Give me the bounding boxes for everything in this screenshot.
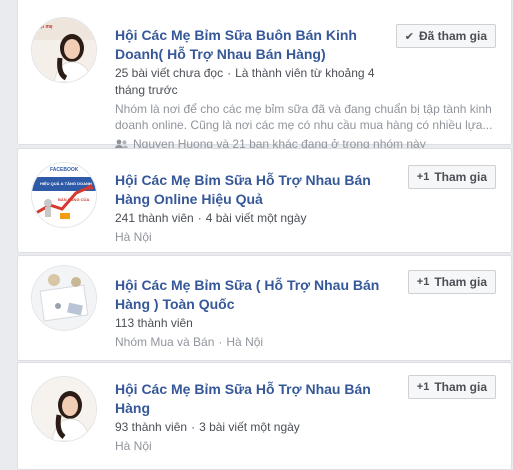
group-name-link[interactable]: Hội Các Mẹ Bỉm Sữa Hỗ Trợ Nhau Bán Hàng bbox=[115, 380, 401, 418]
plus-one-icon: +1 bbox=[416, 381, 430, 393]
group-card: Hội Các Mẹ Bỉm Sữa ( Hỗ Trợ Nhau Bán Hàn… bbox=[17, 255, 512, 361]
group-location: Hà Nội bbox=[115, 230, 152, 244]
group-description: Nhóm là nơi để cho các mẹ bỉm sữa đã và … bbox=[115, 102, 493, 132]
group-meta: 93 thành viên · 3 bài viết một ngày bbox=[115, 419, 401, 436]
avatar-badge-text: Hội mẹ bbox=[36, 24, 53, 30]
separator-dot: · bbox=[218, 335, 223, 349]
group-meta: 241 thành viên · 4 bài viết một ngày bbox=[115, 210, 401, 227]
group-name-link[interactable]: Hội Các Mẹ Bỉm Sữa ( Hỗ Trợ Nhau Bán Hàn… bbox=[115, 276, 401, 314]
separator-dot: · bbox=[227, 66, 232, 80]
group-list: Hội mẹ Hội Các Mẹ Bỉm Sữa Buôn Bán Kinh … bbox=[0, 0, 513, 470]
group-location: Hà Nội bbox=[226, 335, 264, 349]
group-category: Nhóm Mua và Bán bbox=[115, 335, 215, 349]
group-avatar[interactable] bbox=[31, 265, 97, 331]
joined-button-label: Đã tham gia bbox=[418, 29, 487, 43]
joined-button[interactable]: ✔ Đã tham gia bbox=[395, 24, 496, 48]
unread-posts-count: 25 bài viết chưa đọc bbox=[115, 66, 224, 80]
group-card: Hội mẹ Hội Các Mẹ Bỉm Sữa Buôn Bán Kinh … bbox=[17, 0, 512, 151]
group-avatar-image bbox=[32, 377, 96, 441]
avatar-banner-text: HIỆU QUẢ & TĂNG DOANH bbox=[40, 181, 92, 186]
group-avatar[interactable]: Hội mẹ bbox=[31, 17, 97, 83]
join-button-label: Tham gia bbox=[434, 170, 487, 184]
group-avatar-image bbox=[32, 266, 96, 330]
member-count: 241 thành viên bbox=[115, 211, 194, 225]
avatar-banner-text: FACEBOOK bbox=[50, 167, 79, 173]
join-button[interactable]: +1 Tham gia bbox=[407, 165, 496, 189]
plus-one-icon: +1 bbox=[416, 171, 430, 183]
group-avatar[interactable] bbox=[31, 376, 97, 442]
posts-per-day: 3 bài viết một ngày bbox=[199, 420, 300, 434]
group-card: Hội Các Mẹ Bỉm Sữa Hỗ Trợ Nhau Bán Hàng … bbox=[17, 362, 512, 470]
join-button-label: Tham gia bbox=[434, 380, 487, 394]
separator-dot: · bbox=[197, 211, 202, 225]
group-name-link[interactable]: Hội Các Mẹ Bỉm Sữa Buôn Bán Kinh Doanh( … bbox=[115, 26, 401, 64]
group-meta: 25 bài viết chưa đọc · Là thành viên từ kh… bbox=[115, 65, 401, 99]
group-category-location: Nhóm Mua và Bán · Hà Nội bbox=[115, 334, 401, 351]
group-avatar[interactable]: FACEBOOK HIỆU QUẢ & TĂNG DOANH BÁN HÀNG … bbox=[31, 162, 97, 228]
avatar-banner-text: BÁN HÀNG CỦA bbox=[58, 197, 90, 202]
plus-one-icon: +1 bbox=[416, 276, 430, 288]
join-button-label: Tham gia bbox=[434, 275, 487, 289]
group-name-link[interactable]: Hội Các Mẹ Bỉm Sữa Hỗ Trợ Nhau Bán Hàng … bbox=[115, 171, 401, 209]
group-card: FACEBOOK HIỆU QUẢ & TĂNG DOANH BÁN HÀNG … bbox=[17, 148, 512, 253]
join-button[interactable]: +1 Tham gia bbox=[407, 270, 496, 294]
join-button[interactable]: +1 Tham gia bbox=[407, 375, 496, 399]
separator-dot: · bbox=[191, 420, 196, 434]
member-count: 93 thành viên bbox=[115, 420, 188, 434]
member-count: 113 thành viên bbox=[115, 316, 193, 330]
check-icon: ✔ bbox=[404, 30, 414, 43]
posts-per-day: 4 bài viết một ngày bbox=[205, 211, 307, 225]
group-location: Hà Nội bbox=[115, 439, 152, 453]
